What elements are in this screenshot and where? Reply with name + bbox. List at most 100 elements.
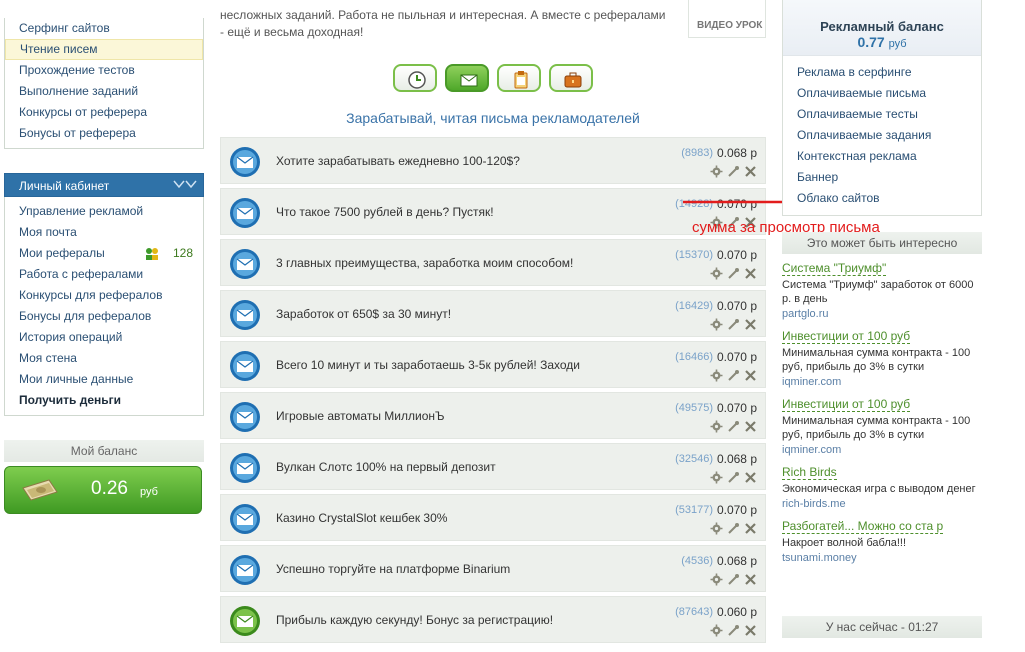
close-icon[interactable] bbox=[744, 522, 757, 535]
ad-url[interactable]: tsunami.money bbox=[782, 551, 982, 565]
mail-subject[interactable]: Казино CrystalSlot кешбек 30% bbox=[276, 511, 447, 525]
mail-subject[interactable]: Заработок от 650$ за 30 минут! bbox=[276, 307, 451, 321]
ad-url[interactable]: partglo.ru bbox=[782, 307, 982, 321]
mail-price: 0.070 р bbox=[716, 299, 757, 313]
task-type-tabs bbox=[393, 64, 593, 94]
now-status: У нас сейчас - 01:27 bbox=[782, 616, 982, 638]
close-icon[interactable] bbox=[744, 471, 757, 484]
money-icon bbox=[22, 479, 58, 501]
ad-url[interactable]: iqminer.com bbox=[782, 443, 982, 457]
mail-price: 0.068 р bbox=[716, 146, 757, 160]
menu-item-referrer-bonuses[interactable]: Бонусы от реферера bbox=[5, 123, 203, 144]
menu-item-referrer-contests[interactable]: Конкурсы от реферера bbox=[5, 102, 203, 123]
mail-row[interactable]: Вулкан Слотс 100% на первый депозит (3254… bbox=[220, 443, 766, 490]
menu-item-surfing[interactable]: Серфинг сайтов bbox=[5, 18, 203, 39]
settings-icon[interactable] bbox=[710, 573, 723, 586]
mail-subject[interactable]: Всего 10 минут и ты заработаешь 3-5к руб… bbox=[276, 358, 580, 372]
ad-link-site-cloud[interactable]: Облако сайтов bbox=[783, 188, 981, 209]
envelope-icon bbox=[230, 198, 260, 228]
video-lesson-label: ВИДЕО УРОК bbox=[697, 20, 763, 31]
ad-title[interactable]: Rich Birds bbox=[782, 465, 837, 480]
mail-price: 0.060 р bbox=[716, 605, 757, 619]
tools-icon[interactable] bbox=[727, 267, 740, 280]
menu-item-referral-work[interactable]: Работа с рефералами bbox=[5, 264, 203, 285]
mail-subject[interactable]: Прибыль каждую секунду! Бонус за регистр… bbox=[276, 613, 553, 627]
ad-link-paid-tasks[interactable]: Оплачиваемые задания bbox=[783, 125, 981, 146]
tab-surfing[interactable] bbox=[393, 64, 437, 92]
menu-item-my-wall[interactable]: Моя стена bbox=[5, 348, 203, 369]
ad-link-banner[interactable]: Баннер bbox=[783, 167, 981, 188]
mail-row[interactable]: Успешно торгуйте на платформе Binarium (4… bbox=[220, 545, 766, 592]
ad-url[interactable]: iqminer.com bbox=[782, 375, 982, 389]
close-icon[interactable] bbox=[744, 573, 757, 586]
settings-icon[interactable] bbox=[710, 318, 723, 331]
tools-icon[interactable] bbox=[727, 420, 740, 433]
tools-icon[interactable] bbox=[727, 522, 740, 535]
ad-link-paid-tests[interactable]: Оплачиваемые тесты bbox=[783, 104, 981, 125]
collapse-chevron-icon[interactable] bbox=[173, 177, 197, 201]
mail-views: (16429) bbox=[675, 300, 713, 312]
menu-item-history[interactable]: История операций bbox=[5, 327, 203, 348]
mail-price: 0.070 р bbox=[716, 350, 757, 364]
ad-title[interactable]: Инвестиции от 100 руб bbox=[782, 329, 911, 344]
settings-icon[interactable] bbox=[710, 369, 723, 382]
mail-row[interactable]: Всего 10 минут и ты заработаешь 3-5к руб… bbox=[220, 341, 766, 388]
tools-icon[interactable] bbox=[727, 573, 740, 586]
settings-icon[interactable] bbox=[710, 471, 723, 484]
mail-subject[interactable]: Хотите зарабатывать ежедневно 100-120$? bbox=[276, 154, 520, 168]
mail-views: (53177) bbox=[675, 504, 713, 516]
cabinet-header[interactable]: Личный кабинет bbox=[4, 173, 204, 197]
ad-link-surfing[interactable]: Реклама в серфинге bbox=[783, 62, 981, 83]
settings-icon[interactable] bbox=[710, 420, 723, 433]
settings-icon[interactable] bbox=[710, 624, 723, 637]
close-icon[interactable] bbox=[744, 267, 757, 280]
ad-title[interactable]: Система "Триумф" bbox=[782, 261, 887, 276]
menu-item-referral-bonuses[interactable]: Бонусы для рефералов bbox=[5, 306, 203, 327]
mail-row[interactable]: Игровые автоматы МиллионЪ (49575) 0.070 р bbox=[220, 392, 766, 439]
ad-title[interactable]: Инвестиции от 100 руб bbox=[782, 397, 911, 412]
right-column: Рекламный баланс 0.77 руб Реклама в серф… bbox=[782, 0, 982, 638]
mail-subject[interactable]: Успешно торгуйте на платформе Binarium bbox=[276, 562, 510, 576]
tab-mails[interactable] bbox=[445, 64, 489, 92]
menu-item-my-referrals[interactable]: Мои рефералы 128 bbox=[5, 243, 203, 264]
tools-icon[interactable] bbox=[727, 165, 740, 178]
mail-subject[interactable]: 3 главных преимущества, заработка моим с… bbox=[276, 256, 573, 270]
tools-icon[interactable] bbox=[727, 318, 740, 331]
close-icon[interactable] bbox=[744, 165, 757, 178]
mail-row[interactable]: Заработок от 650$ за 30 минут! (16429) 0.0… bbox=[220, 290, 766, 337]
menu-item-ad-management[interactable]: Управление рекламой bbox=[5, 201, 203, 222]
tab-tasks[interactable] bbox=[549, 64, 593, 92]
mail-row[interactable]: Прибыль каждую секунду! Бонус за регистр… bbox=[220, 596, 766, 643]
menu-item-referral-contests[interactable]: Конкурсы для рефералов bbox=[5, 285, 203, 306]
mail-subject[interactable]: Игровые автоматы МиллионЪ bbox=[276, 409, 445, 423]
tab-tests[interactable] bbox=[497, 64, 541, 92]
settings-icon[interactable] bbox=[710, 165, 723, 178]
menu-item-my-mail[interactable]: Моя почта bbox=[5, 222, 203, 243]
mail-subject[interactable]: Что такое 7500 рублей в день? Пустяк! bbox=[276, 205, 494, 219]
tools-icon[interactable] bbox=[727, 624, 740, 637]
menu-item-tests[interactable]: Прохождение тестов bbox=[5, 60, 203, 81]
settings-icon[interactable] bbox=[710, 267, 723, 280]
ad-url[interactable]: rich-birds.me bbox=[782, 497, 982, 511]
video-lesson-button[interactable]: ВИДЕО УРОК bbox=[688, 0, 766, 38]
tools-icon[interactable] bbox=[727, 471, 740, 484]
close-icon[interactable] bbox=[744, 420, 757, 433]
mail-row[interactable]: 3 главных преимущества, заработка моим с… bbox=[220, 239, 766, 286]
mail-subject[interactable]: Вулкан Слотс 100% на первый депозит bbox=[276, 460, 496, 474]
mail-row[interactable]: Хотите зарабатывать ежедневно 100-120$? (… bbox=[220, 137, 766, 184]
close-icon[interactable] bbox=[744, 624, 757, 637]
menu-item-withdraw[interactable]: Получить деньги bbox=[5, 390, 203, 411]
close-icon[interactable] bbox=[744, 318, 757, 331]
menu-item-personal-data[interactable]: Мои личные данные bbox=[5, 369, 203, 390]
ad-link-paid-mails[interactable]: Оплачиваемые письма bbox=[783, 83, 981, 104]
my-balance-button[interactable]: 0.26 руб bbox=[4, 466, 202, 514]
ad-link-context[interactable]: Контекстная реклама bbox=[783, 146, 981, 167]
menu-item-tasks[interactable]: Выполнение заданий bbox=[5, 81, 203, 102]
ad-title[interactable]: Разбогатей... Можно со ста р bbox=[782, 519, 944, 534]
close-icon[interactable] bbox=[744, 369, 757, 382]
tools-icon[interactable] bbox=[727, 369, 740, 382]
menu-item-read-mails[interactable]: Чтение писем bbox=[5, 39, 203, 60]
mail-row[interactable]: Казино CrystalSlot кешбек 30% (53177) 0.07… bbox=[220, 494, 766, 541]
settings-icon[interactable] bbox=[710, 522, 723, 535]
envelope-icon bbox=[230, 453, 260, 483]
